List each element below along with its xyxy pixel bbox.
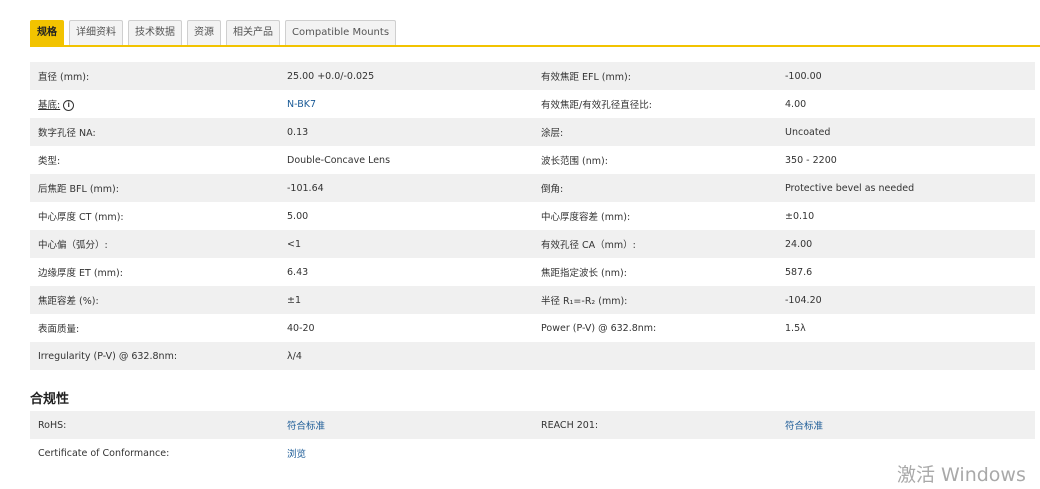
compliance-value: 符合标准 [287, 411, 533, 439]
spec-value: 0.13 [287, 118, 533, 146]
table-row: 直径 (mm): 25.00 +0.0/-0.025 有效焦距 EFL (mm)… [30, 62, 1035, 90]
spec-value: 1.5λ [785, 322, 806, 334]
compliance-value: 浏览 [287, 439, 533, 467]
spec-value: ±1 [287, 286, 533, 314]
spec-value: N-BK7 [287, 90, 533, 118]
info-icon[interactable]: i [63, 100, 75, 111]
compliance-label [533, 439, 785, 467]
spec-value: 350 - 2200 [785, 154, 837, 166]
spec-value: 25.00 +0.0/-0.025 [287, 62, 533, 90]
tab-details[interactable]: 详细资料 [69, 20, 123, 45]
spec-value: 587.6 [785, 266, 813, 278]
spec-label: 后焦距 BFL (mm): [30, 174, 287, 202]
spec-label: 类型: [38, 156, 61, 167]
spec-label: 中心厚度容差 (mm): [541, 212, 631, 223]
table-row: 数字孔径 NA: 0.13 涂层: Uncoated [30, 118, 1035, 146]
spec-label: 半径 R₁=-R₂ (mm): [533, 286, 785, 314]
spec-label: 边缘厚度 ET (mm): [38, 268, 123, 279]
spec-label: 数字孔径 NA: [30, 118, 287, 146]
certificate-view-link[interactable]: 浏览 [287, 449, 306, 460]
compliance-table: RoHS: 符合标准 REACH 201: 符合标准 Certificate o… [30, 411, 1035, 467]
spec-label: Irregularity (P-V) @ 632.8nm: [30, 342, 287, 370]
compliance-value: 符合标准 [785, 411, 1035, 439]
spec-label [533, 342, 785, 370]
windows-activation-watermark: 激活 Windows [897, 464, 1026, 486]
spec-value: -104.20 [785, 286, 1035, 314]
spec-label: 焦距指定波长 (nm): [541, 268, 627, 279]
table-row: 表面质量: 40-20 Power (P-V) @ 632.8nm: 1.5λ [30, 314, 1035, 342]
spec-label: 直径 (mm): [30, 62, 287, 90]
spec-label: 中心偏（弧分）: [30, 230, 287, 258]
table-row: 边缘厚度 ET (mm): 6.43 焦距指定波长 (nm): 587.6 [30, 258, 1035, 286]
spec-label: 涂层: [533, 118, 785, 146]
spec-label: 倒角: [533, 174, 785, 202]
compliance-label: REACH 201: [533, 411, 785, 439]
table-row: 类型: Double-Concave Lens 波长范围 (nm): 350 -… [30, 146, 1035, 174]
spec-label: 有效孔径 CA（mm）: [533, 230, 785, 258]
spec-value: 5.00 [287, 210, 309, 222]
spec-value: <1 [287, 230, 533, 258]
spec-value: Protective bevel as needed [785, 174, 1035, 202]
spec-label: 中心厚度 CT (mm): [38, 212, 124, 223]
spec-value: 40-20 [287, 322, 315, 334]
spec-value: 6.43 [287, 266, 309, 278]
table-row: 基底: i N-BK7 有效焦距/有效孔径直径比: 4.00 [30, 90, 1035, 118]
spec-value: ±0.10 [785, 210, 815, 222]
table-row: 中心厚度 CT (mm): 5.00 中心厚度容差 (mm): ±0.10 [30, 202, 1035, 230]
spec-label: 波长范围 (nm): [541, 156, 608, 167]
compliance-label: RoHS: [30, 411, 287, 439]
tab-related-products[interactable]: 相关产品 [226, 20, 280, 45]
spec-label: 焦距容差 (%): [30, 286, 287, 314]
spec-value: Double-Concave Lens [287, 154, 391, 166]
tab-compatible-mounts[interactable]: Compatible Mounts [285, 20, 397, 45]
spec-value: Uncoated [785, 118, 1035, 146]
rohs-compliant-link[interactable]: 符合标准 [287, 421, 325, 432]
tab-specifications[interactable]: 规格 [30, 20, 64, 45]
spec-label: Power (P-V) @ 632.8nm: [541, 322, 657, 334]
table-row: Certificate of Conformance: 浏览 [30, 439, 1035, 467]
substrate-link[interactable]: N-BK7 [287, 99, 316, 110]
spec-label: 有效焦距/有效孔径直径比: [541, 100, 652, 111]
spec-value: 24.00 [785, 230, 1035, 258]
spec-label-cell: 基底: i [30, 90, 287, 118]
table-row: 中心偏（弧分）: <1 有效孔径 CA（mm）: 24.00 [30, 230, 1035, 258]
table-row: Irregularity (P-V) @ 632.8nm: λ/4 [30, 342, 1035, 370]
substrate-label-link[interactable]: 基底: [38, 100, 60, 111]
spec-label: 表面质量: [38, 324, 80, 335]
table-row: 后焦距 BFL (mm): -101.64 倒角: Protective bev… [30, 174, 1035, 202]
spec-value: -101.64 [287, 174, 533, 202]
compliance-title: 合规性 [30, 392, 70, 407]
tab-underline [30, 45, 1040, 47]
tab-bar: 规格 详细资料 技术数据 资源 相关产品 Compatible Mounts [30, 20, 397, 46]
spec-value: -100.00 [785, 62, 1035, 90]
compliance-label: Certificate of Conformance: [38, 447, 170, 459]
tab-resources[interactable]: 资源 [187, 20, 221, 45]
spec-value: λ/4 [287, 342, 533, 370]
specifications-table: 直径 (mm): 25.00 +0.0/-0.025 有效焦距 EFL (mm)… [30, 62, 1035, 370]
spec-value [785, 342, 1035, 370]
spec-value: 4.00 [785, 98, 807, 110]
tab-technical-data[interactable]: 技术数据 [128, 20, 182, 45]
table-row: RoHS: 符合标准 REACH 201: 符合标准 [30, 411, 1035, 439]
reach-compliant-link[interactable]: 符合标准 [785, 421, 823, 432]
table-row: 焦距容差 (%): ±1 半径 R₁=-R₂ (mm): -104.20 [30, 286, 1035, 314]
spec-label: 有效焦距 EFL (mm): [533, 62, 785, 90]
